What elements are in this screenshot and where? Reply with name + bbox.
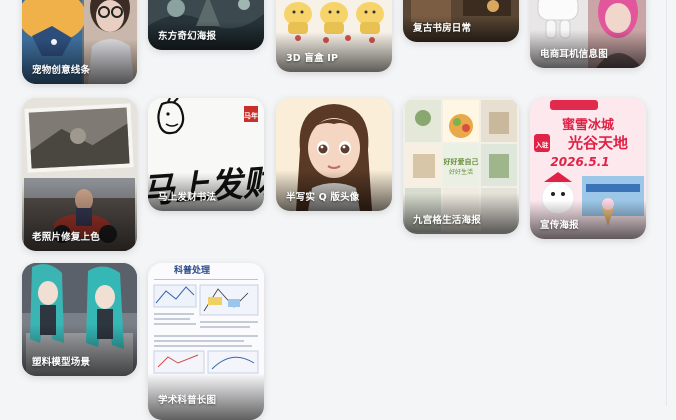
- card-label: 电商耳机信息图: [540, 49, 608, 60]
- card-academic-longform[interactable]: 科普处理 学术科普长图: [148, 263, 264, 420]
- card-label: 复古书房日常: [413, 23, 472, 34]
- science-title-text: 科普处理: [174, 264, 210, 276]
- promo-brand-text: 蜜雪冰城: [562, 117, 614, 133]
- card-label: 马上发财书法: [158, 192, 217, 203]
- card-label: 学术科普长图: [158, 395, 217, 406]
- card-calligraphy[interactable]: 马年 马上发财 马上发财书法: [148, 98, 264, 211]
- card-plastic-model-scene[interactable]: 塑料模型场景: [22, 263, 137, 376]
- card-headphone-infographic[interactable]: 电商耳机信息图: [530, 0, 646, 68]
- card-semi-real-avatar[interactable]: 半写实 Q 版头像: [276, 98, 392, 211]
- card-oriental-fantasy[interactable]: 东方奇幻海报: [148, 0, 264, 50]
- card-label: 塑料模型场景: [32, 357, 91, 368]
- promo-tag-text: 入驻: [535, 140, 550, 149]
- card-retro-study[interactable]: 复古书房日常: [403, 0, 519, 42]
- card-label: 3D 盲盒 IP: [286, 53, 339, 64]
- card-label: 老照片修复上色: [32, 232, 100, 243]
- card-old-photo-restore[interactable]: 老照片修复上色: [22, 98, 137, 251]
- card-3d-blind-box[interactable]: 3D 盲盒 IP: [276, 0, 392, 72]
- card-label: 半写实 Q 版头像: [286, 192, 360, 203]
- card-label: 九宫格生活海报: [413, 215, 481, 226]
- scrollbar[interactable]: [666, 0, 676, 406]
- seal-stamp-text: 马年: [244, 111, 258, 120]
- grid-phrase-2: 好好生活: [449, 168, 473, 176]
- card-label: 宠物创意线条: [32, 65, 91, 76]
- promo-mall-text: 光谷天地: [567, 134, 628, 152]
- promo-date-text: 2026.5.1: [550, 155, 609, 169]
- card-label: 东方奇幻海报: [158, 31, 217, 42]
- grid-phrase-1: 好好爱自己: [443, 157, 479, 166]
- card-pet-line-art[interactable]: 宠物创意线条: [22, 0, 137, 84]
- card-promo-poster[interactable]: 蜜雪冰城 入驻 光谷天地 2026.5.1 宣传海报: [530, 98, 646, 239]
- card-label: 宣传海报: [540, 220, 579, 231]
- card-grid-life-poster[interactable]: 好好爱自己 好好生活 九宫格生活海报: [403, 98, 519, 234]
